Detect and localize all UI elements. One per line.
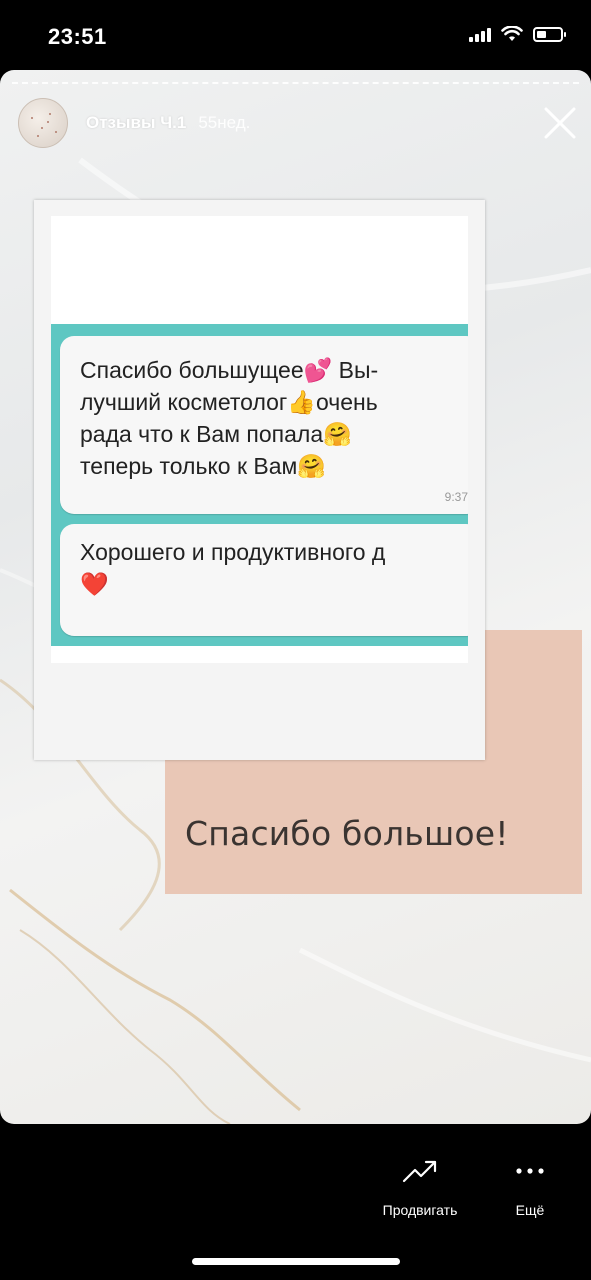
more-dots-icon — [516, 1168, 544, 1174]
message-line: Спасибо большущее💕 Вы- — [80, 357, 379, 383]
status-bar: 23:51 — [0, 0, 591, 70]
review-screenshot: Спасибо большущее💕 Вы- лучший косметолог… — [34, 200, 485, 760]
bottom-bar: Продвигать Ещё — [0, 1124, 591, 1280]
caption-text: Спасибо большое! — [185, 814, 509, 853]
message-bubble: Хорошего и продуктивного д ❤️ 9 — [60, 524, 468, 636]
status-time: 23:51 — [48, 24, 107, 49]
close-icon[interactable] — [543, 106, 577, 140]
story-view[interactable]: Отзывы Ч.1 55нед. Спасибо большое! Спаси… — [0, 70, 591, 1124]
message-time: 9:37 — [444, 490, 468, 504]
chat-area: Спасибо большущее💕 Вы- лучший косметолог… — [51, 324, 468, 646]
story-progress-bar — [12, 82, 579, 85]
trending-up-icon — [402, 1160, 437, 1183]
message-bubble: Спасибо большущее💕 Вы- лучший косметолог… — [60, 336, 468, 514]
chat-screenshot: Спасибо большущее💕 Вы- лучший косметолог… — [51, 216, 468, 663]
wifi-icon — [501, 26, 523, 41]
story-title[interactable]: Отзывы Ч.1 — [86, 113, 186, 133]
home-indicator[interactable] — [192, 1258, 400, 1265]
signal-icon — [469, 26, 491, 42]
promote-button[interactable]: Продвигать — [370, 1154, 470, 1218]
status-icons — [469, 26, 566, 42]
heart-emoji: ❤️ — [80, 571, 109, 597]
message-line: Хорошего и продуктивного д — [80, 539, 386, 565]
story-header: Отзывы Ч.1 55нед. — [18, 98, 250, 148]
message-text: Хорошего и продуктивного д ❤️ — [80, 536, 385, 600]
message-line: рада что к Вам попала🤗 — [80, 421, 352, 447]
battery-icon — [533, 26, 566, 42]
more-label: Ещё — [515, 1202, 545, 1218]
message-line: теперь только к Вам🤗 — [80, 453, 326, 479]
story-age: 55нед. — [198, 113, 251, 132]
promote-label: Продвигать — [382, 1202, 458, 1218]
more-button[interactable]: Ещё — [505, 1154, 555, 1218]
message-text: Спасибо большущее💕 Вы- лучший косметолог… — [80, 354, 378, 482]
message-line: лучший косметолог👍очень — [80, 389, 378, 415]
avatar[interactable] — [18, 98, 68, 148]
